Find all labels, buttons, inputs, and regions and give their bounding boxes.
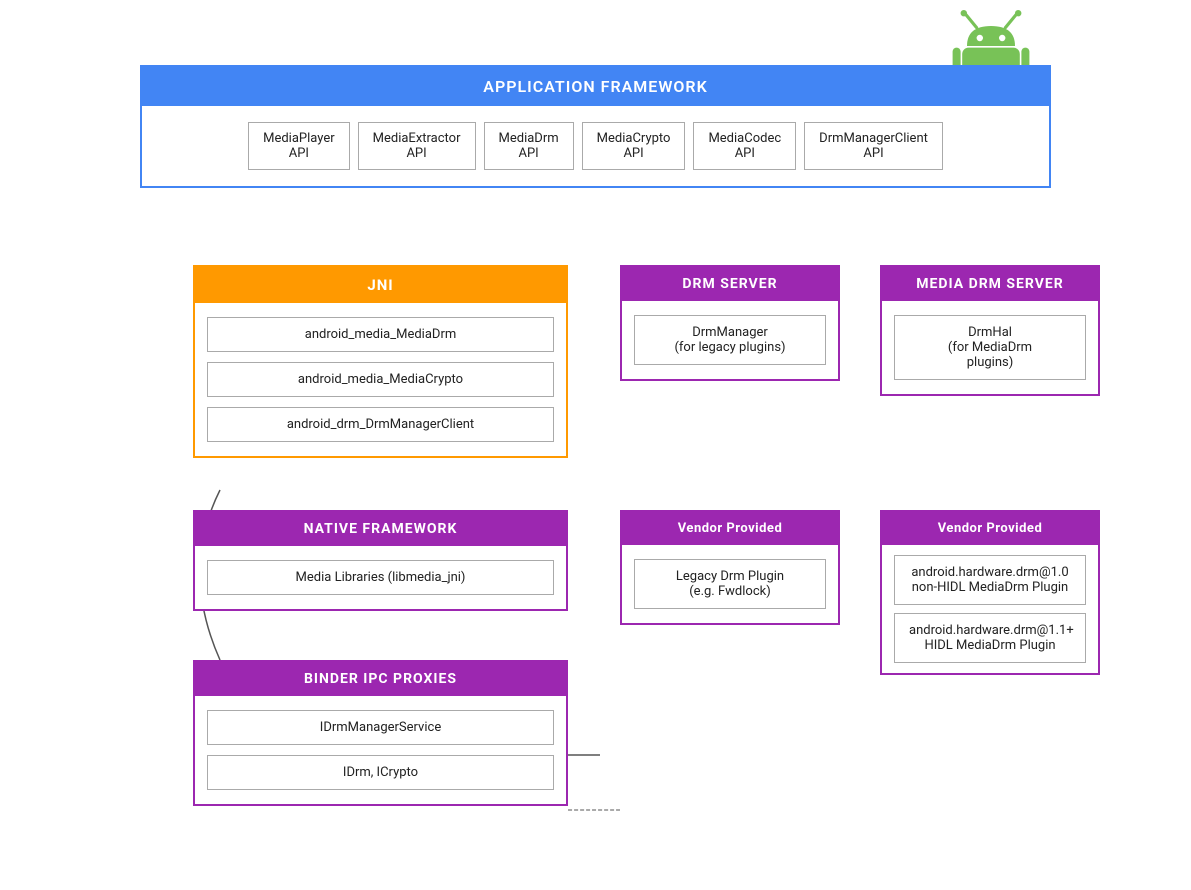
vendor-left-body: Legacy Drm Plugin(e.g. Fwdlock) <box>622 545 838 623</box>
vendor-right-section: Vendor Provided android.hardware.drm@1.0… <box>880 510 1100 675</box>
app-framework-body: MediaPlayerAPI MediaExtractorAPI MediaDr… <box>142 106 1049 186</box>
jni-body: android_media_MediaDrm android_media_Med… <box>195 303 566 456</box>
jni-section: JNI android_media_MediaDrm android_media… <box>193 265 568 458</box>
drm-server-section: DRM SERVER DrmManager(for legacy plugins… <box>620 265 840 381</box>
binder-ipc-item-1: IDrmManagerService <box>207 710 554 745</box>
diagram-wrapper: APPLICATION FRAMEWORK MediaPlayerAPI Med… <box>0 0 1191 890</box>
binder-ipc-header: BINDER IPC PROXIES <box>195 662 566 696</box>
api-media-crypto: MediaCryptoAPI <box>582 122 686 170</box>
media-drm-server-body: DrmHal(for MediaDrmplugins) <box>882 301 1098 394</box>
drm-server-item: DrmManager(for legacy plugins) <box>634 315 826 365</box>
native-framework-section: NATIVE FRAMEWORK Media Libraries (libmed… <box>193 510 568 611</box>
native-framework-header: NATIVE FRAMEWORK <box>195 512 566 546</box>
media-drm-server-header: MEDIA DRM SERVER <box>882 267 1098 301</box>
api-drm-manager-client: DrmManagerClientAPI <box>804 122 943 170</box>
api-media-codec: MediaCodecAPI <box>693 122 796 170</box>
vendor-left-section: Vendor Provided Legacy Drm Plugin(e.g. F… <box>620 510 840 625</box>
app-framework-section: APPLICATION FRAMEWORK MediaPlayerAPI Med… <box>140 65 1051 188</box>
jni-item-media-drm: android_media_MediaDrm <box>207 317 554 352</box>
drm-server-body: DrmManager(for legacy plugins) <box>622 301 838 379</box>
jni-header: JNI <box>195 267 566 303</box>
vendor-right-item-2: android.hardware.drm@1.1+HIDL MediaDrm P… <box>894 613 1086 663</box>
api-media-player: MediaPlayerAPI <box>248 122 350 170</box>
jni-item-media-crypto: android_media_MediaCrypto <box>207 362 554 397</box>
media-drm-server-item: DrmHal(for MediaDrmplugins) <box>894 315 1086 380</box>
binder-ipc-body: IDrmManagerService IDrm, ICrypto <box>195 696 566 804</box>
binder-ipc-item-2: IDrm, ICrypto <box>207 755 554 790</box>
app-framework-header: APPLICATION FRAMEWORK <box>142 67 1049 106</box>
vendor-left-header: Vendor Provided <box>622 512 838 545</box>
vendor-right-body: android.hardware.drm@1.0non-HIDL MediaDr… <box>882 545 1098 673</box>
jni-item-drm-manager: android_drm_DrmManagerClient <box>207 407 554 442</box>
native-framework-item: Media Libraries (libmedia_jni) <box>207 560 554 595</box>
api-media-extractor: MediaExtractorAPI <box>358 122 476 170</box>
media-drm-server-section: MEDIA DRM SERVER DrmHal(for MediaDrmplug… <box>880 265 1100 396</box>
vendor-right-item-1: android.hardware.drm@1.0non-HIDL MediaDr… <box>894 555 1086 605</box>
vendor-right-header: Vendor Provided <box>882 512 1098 545</box>
api-media-drm: MediaDrmAPI <box>484 122 574 170</box>
binder-ipc-section: BINDER IPC PROXIES IDrmManagerService ID… <box>193 660 568 806</box>
drm-server-header: DRM SERVER <box>622 267 838 301</box>
vendor-left-item: Legacy Drm Plugin(e.g. Fwdlock) <box>634 559 826 609</box>
native-framework-body: Media Libraries (libmedia_jni) <box>195 546 566 609</box>
